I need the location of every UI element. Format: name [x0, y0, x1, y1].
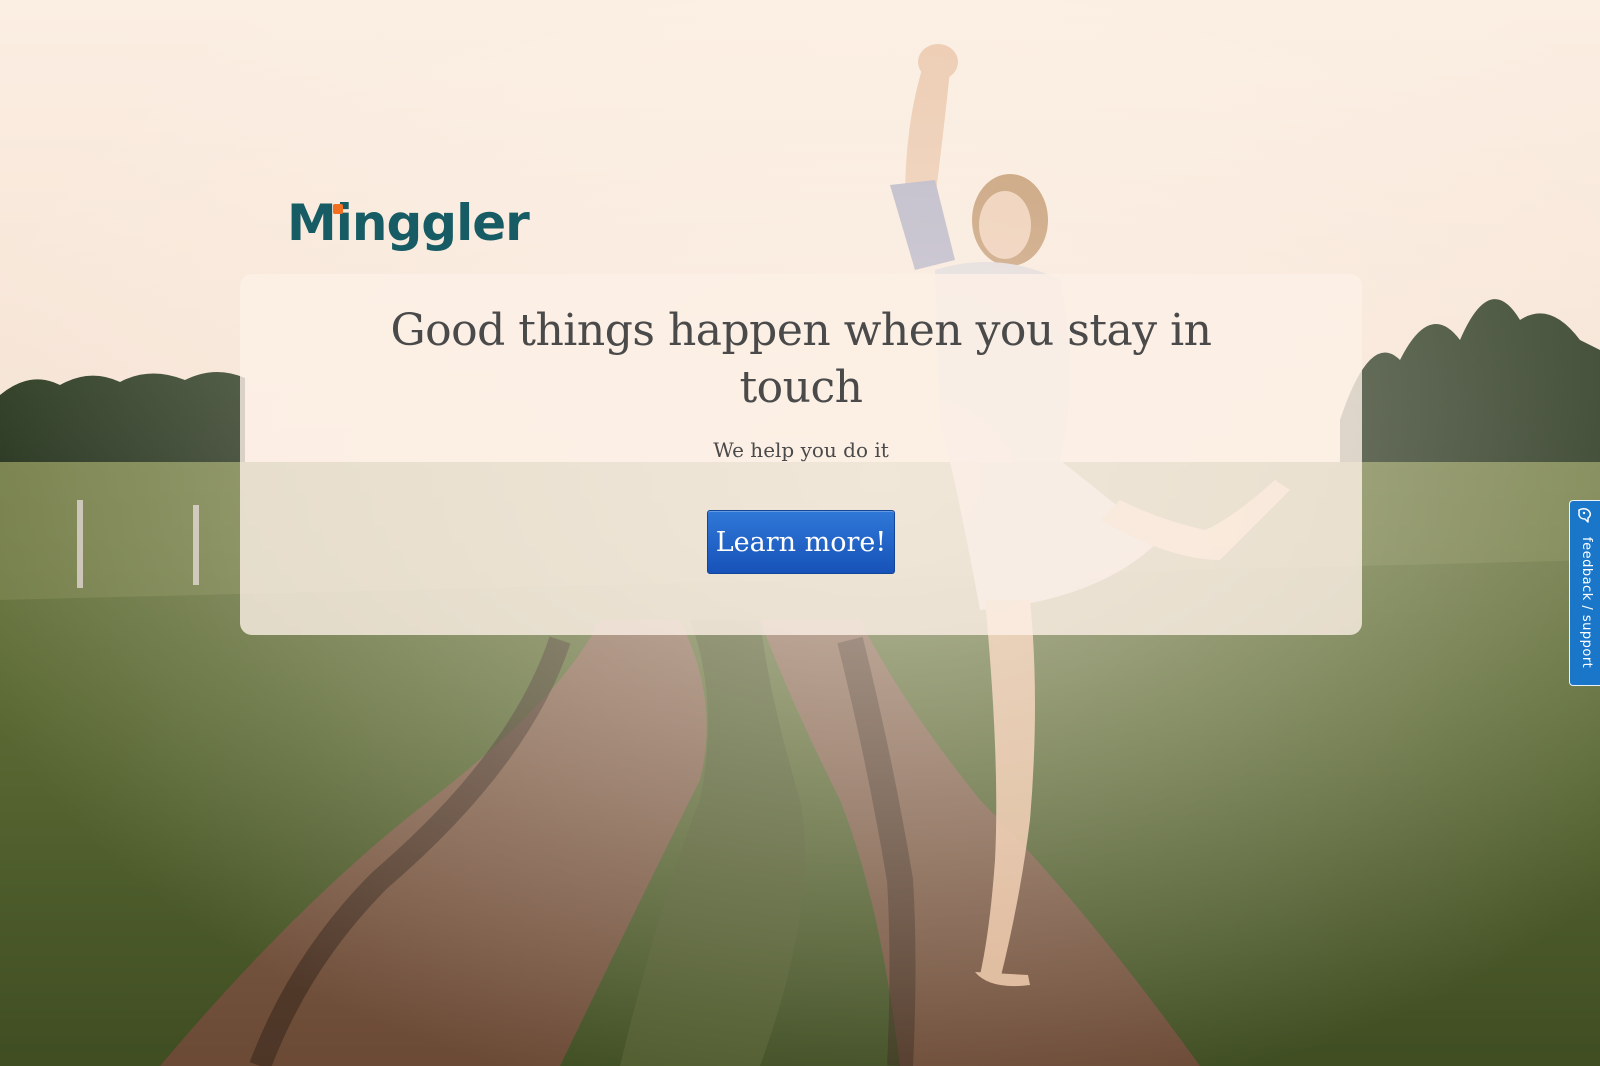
learn-more-button[interactable]: Learn more!	[707, 510, 895, 574]
hero-subtitle: We help you do it	[713, 438, 889, 462]
feedback-support-tab[interactable]: feedback / support	[1569, 500, 1600, 686]
feedback-icon	[1576, 507, 1594, 525]
logo-text: Minggler	[287, 194, 530, 252]
brand-logo[interactable]: Minggler	[287, 198, 530, 248]
hero-title: Good things happen when you stay in touc…	[390, 305, 1213, 413]
feedback-label: feedback / support	[1579, 537, 1594, 669]
hero-panel: Good things happen when you stay in touc…	[240, 274, 1362, 635]
logo-accent-dot	[333, 204, 343, 214]
